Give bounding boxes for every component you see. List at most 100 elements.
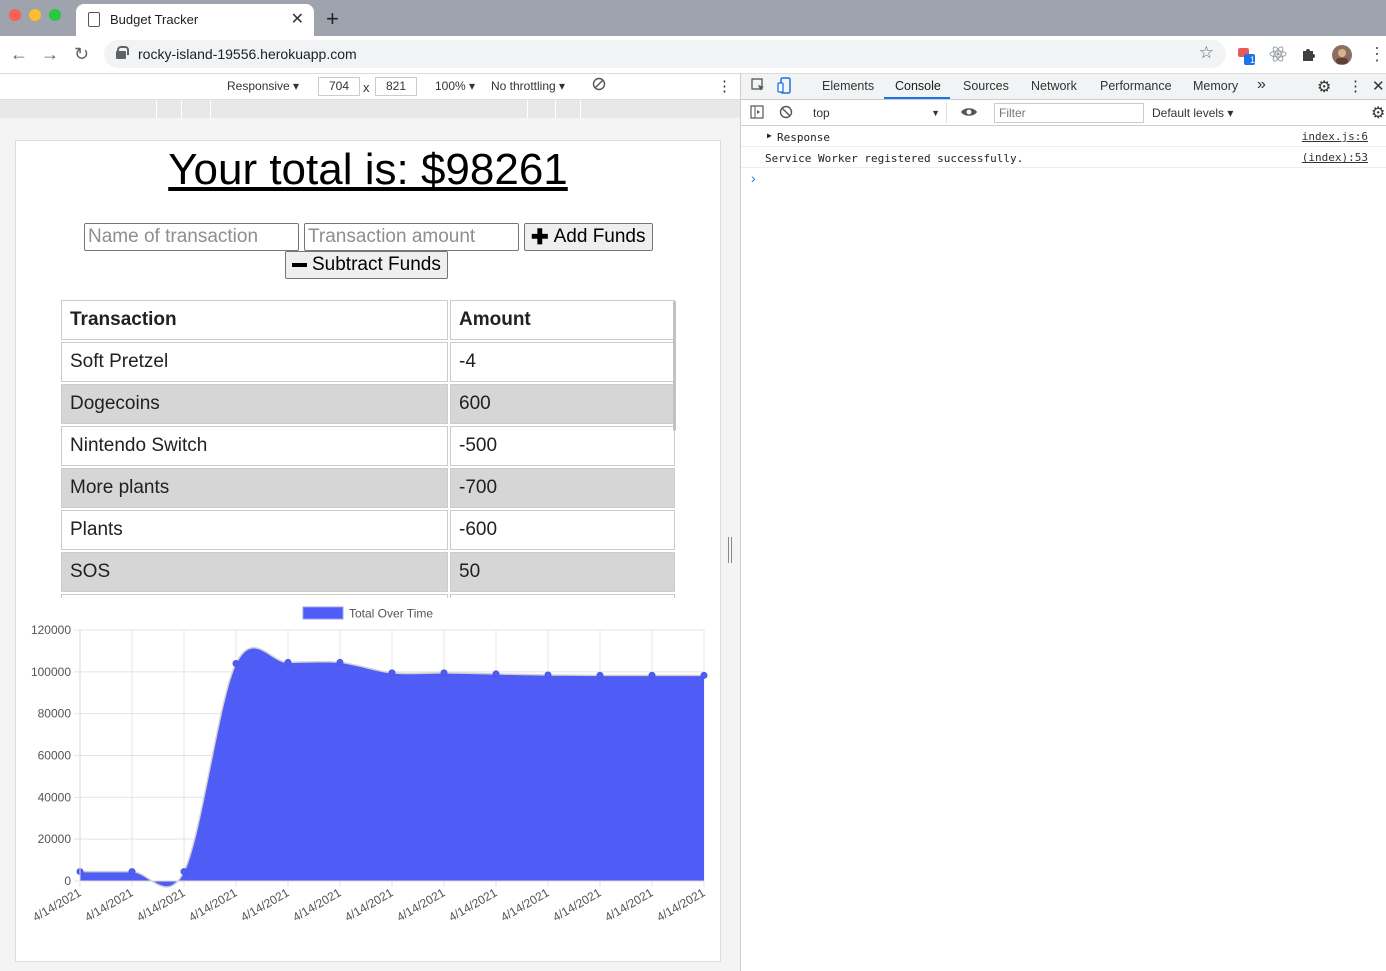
rotate-icon[interactable] [592, 77, 606, 94]
device-toggle-icon[interactable] [777, 77, 792, 97]
transactions-table-container[interactable]: Transaction Amount Soft Pretzel -4 Dogec… [59, 298, 677, 598]
minimize-window-button[interactable] [29, 9, 41, 21]
close-tab-icon[interactable]: ✕ [291, 9, 304, 29]
puzzle-extensions-icon[interactable] [1300, 45, 1318, 63]
browser-menu-icon[interactable]: ⋮ [1368, 44, 1386, 65]
close-devtools-icon[interactable]: ✕ [1372, 77, 1385, 95]
legend-label: Total Over Time [349, 607, 433, 621]
table-row: Dogecoins 600 [61, 384, 675, 424]
sidebar-toggle-icon[interactable] [750, 105, 764, 122]
transaction-name-cell: SOS [61, 552, 448, 592]
table-scrollbar[interactable] [672, 301, 677, 451]
y-tick-label: 80000 [38, 707, 72, 721]
new-tab-icon[interactable]: + [326, 6, 339, 32]
react-devtools-icon[interactable] [1269, 45, 1287, 63]
console-filter-input[interactable] [994, 103, 1144, 123]
console-settings-gear-icon[interactable]: ⚙ [1371, 103, 1385, 123]
more-tabs-icon[interactable]: » [1257, 76, 1266, 94]
viewport-height-input[interactable]: 821 [375, 77, 417, 96]
console-log-entry: Service Worker registered successfully. … [741, 147, 1386, 168]
transaction-amount-cell: 50 [450, 552, 675, 592]
table-row: Soft Pretzel -4 [61, 342, 675, 382]
x-tick-label: 4/14/2021 [498, 885, 552, 924]
inspect-element-icon[interactable] [751, 78, 766, 96]
data-point [440, 669, 448, 677]
tab-elements[interactable]: Elements [822, 79, 874, 93]
y-tick-label: 40000 [38, 790, 72, 804]
x-tick-label: 4/14/2021 [342, 885, 396, 924]
log-levels-select[interactable]: Default levels ▾ [1152, 106, 1233, 120]
transaction-name-input[interactable] [84, 223, 299, 251]
transactions-table: Transaction Amount Soft Pretzel -4 Dogec… [59, 298, 677, 598]
add-funds-label: Add Funds [553, 226, 646, 247]
viewport-width-input[interactable]: 704 [318, 77, 360, 96]
device-toolbar-menu-icon[interactable]: ⋮ [717, 77, 732, 95]
browser-tab[interactable]: Budget Tracker ✕ [76, 4, 314, 36]
tab-network[interactable]: Network [1031, 79, 1077, 93]
y-tick-label: 20000 [38, 832, 72, 846]
subtract-funds-label: Subtract Funds [312, 254, 441, 275]
data-point [700, 671, 708, 679]
context-select[interactable]: top ▼ [807, 103, 947, 123]
maximize-window-button[interactable] [49, 9, 61, 21]
tab-strip: Budget Tracker ✕ + [0, 0, 1386, 36]
x-tick-label: 4/14/2021 [446, 885, 500, 924]
bookmark-star-icon[interactable]: ☆ [1199, 43, 1214, 63]
navigation-bar: ← → ↻ rocky-island-19556.herokuapp.com ☆… [0, 36, 1386, 74]
media-query-bar[interactable] [0, 100, 740, 118]
data-point [180, 868, 188, 876]
throttling-select[interactable]: No throttling ▾ [491, 79, 565, 93]
viewport-resize-handle[interactable] [728, 537, 732, 563]
forward-icon[interactable]: → [41, 44, 59, 65]
transaction-amount-cell: -600 [450, 510, 675, 550]
zoom-select[interactable]: 100% ▾ [435, 79, 475, 93]
add-funds-button[interactable]: ✚ Add Funds [524, 223, 653, 251]
url-text: rocky-island-19556.herokuapp.com [138, 46, 357, 62]
log-source-link[interactable]: index.js:6 [1302, 130, 1368, 143]
table-row: SOS 50 [61, 552, 675, 592]
transaction-amount-input[interactable] [304, 223, 519, 251]
reload-icon[interactable]: ↻ [74, 44, 89, 65]
minus-icon [292, 263, 307, 267]
settings-gear-icon[interactable]: ⚙ [1317, 77, 1331, 97]
transaction-amount-cell: -700 [450, 468, 675, 508]
log-source-link[interactable]: (index):53 [1302, 151, 1368, 164]
transaction-amount-cell: -4 [450, 342, 675, 382]
console-log-entry[interactable]: ▶ Response index.js:6 [741, 126, 1386, 147]
table-row: More plants -700 [61, 468, 675, 508]
plus-icon: ✚ [531, 225, 549, 249]
data-point [492, 670, 500, 678]
console-prompt-caret[interactable]: › [751, 170, 756, 186]
live-expression-eye-icon[interactable] [960, 106, 978, 121]
address-bar[interactable]: rocky-island-19556.herokuapp.com ☆ [104, 40, 1226, 68]
log-message: Service Worker registered successfully. [765, 152, 1024, 165]
table-row: Nintendo Switch -500 [61, 426, 675, 466]
close-window-button[interactable] [9, 9, 21, 21]
data-point [596, 671, 604, 679]
profile-avatar[interactable] [1332, 45, 1352, 65]
transaction-amount-cell: -500 [450, 426, 675, 466]
log-message: Response [777, 131, 830, 144]
x-tick-label: 4/14/2021 [290, 885, 344, 924]
transaction-amount-cell: 600 [450, 384, 675, 424]
budget-tracker-page: Your total is: $98261 ✚ Add Funds Subtra… [15, 140, 721, 962]
expand-triangle-icon[interactable]: ▶ [767, 131, 772, 140]
legend-swatch [302, 606, 344, 620]
clear-console-icon[interactable] [779, 105, 793, 122]
tab-performance[interactable]: Performance [1100, 79, 1172, 93]
tab-console[interactable]: Console [895, 79, 941, 93]
transaction-name-cell: Plants [61, 510, 448, 550]
y-tick-label: 120000 [31, 623, 71, 637]
back-icon[interactable]: ← [10, 44, 28, 65]
transaction-name-cell: Nintendo Switch [61, 426, 448, 466]
subtract-funds-button[interactable]: Subtract Funds [285, 251, 448, 279]
devtools-menu-icon[interactable]: ⋮ [1348, 77, 1363, 95]
tab-memory[interactable]: Memory [1193, 79, 1238, 93]
x-tick-label: 4/14/2021 [186, 885, 240, 924]
device-toolbar: Responsive ▾ 704 x 821 100% ▾ No throttl… [0, 74, 740, 100]
devtools-panel: Elements Console Sources Network Perform… [740, 74, 1386, 971]
tab-sources[interactable]: Sources [963, 79, 1009, 93]
table-header-row: Transaction Amount [61, 300, 675, 340]
device-mode-select[interactable]: Responsive ▾ [227, 79, 299, 93]
y-tick-label: 100000 [31, 665, 71, 679]
